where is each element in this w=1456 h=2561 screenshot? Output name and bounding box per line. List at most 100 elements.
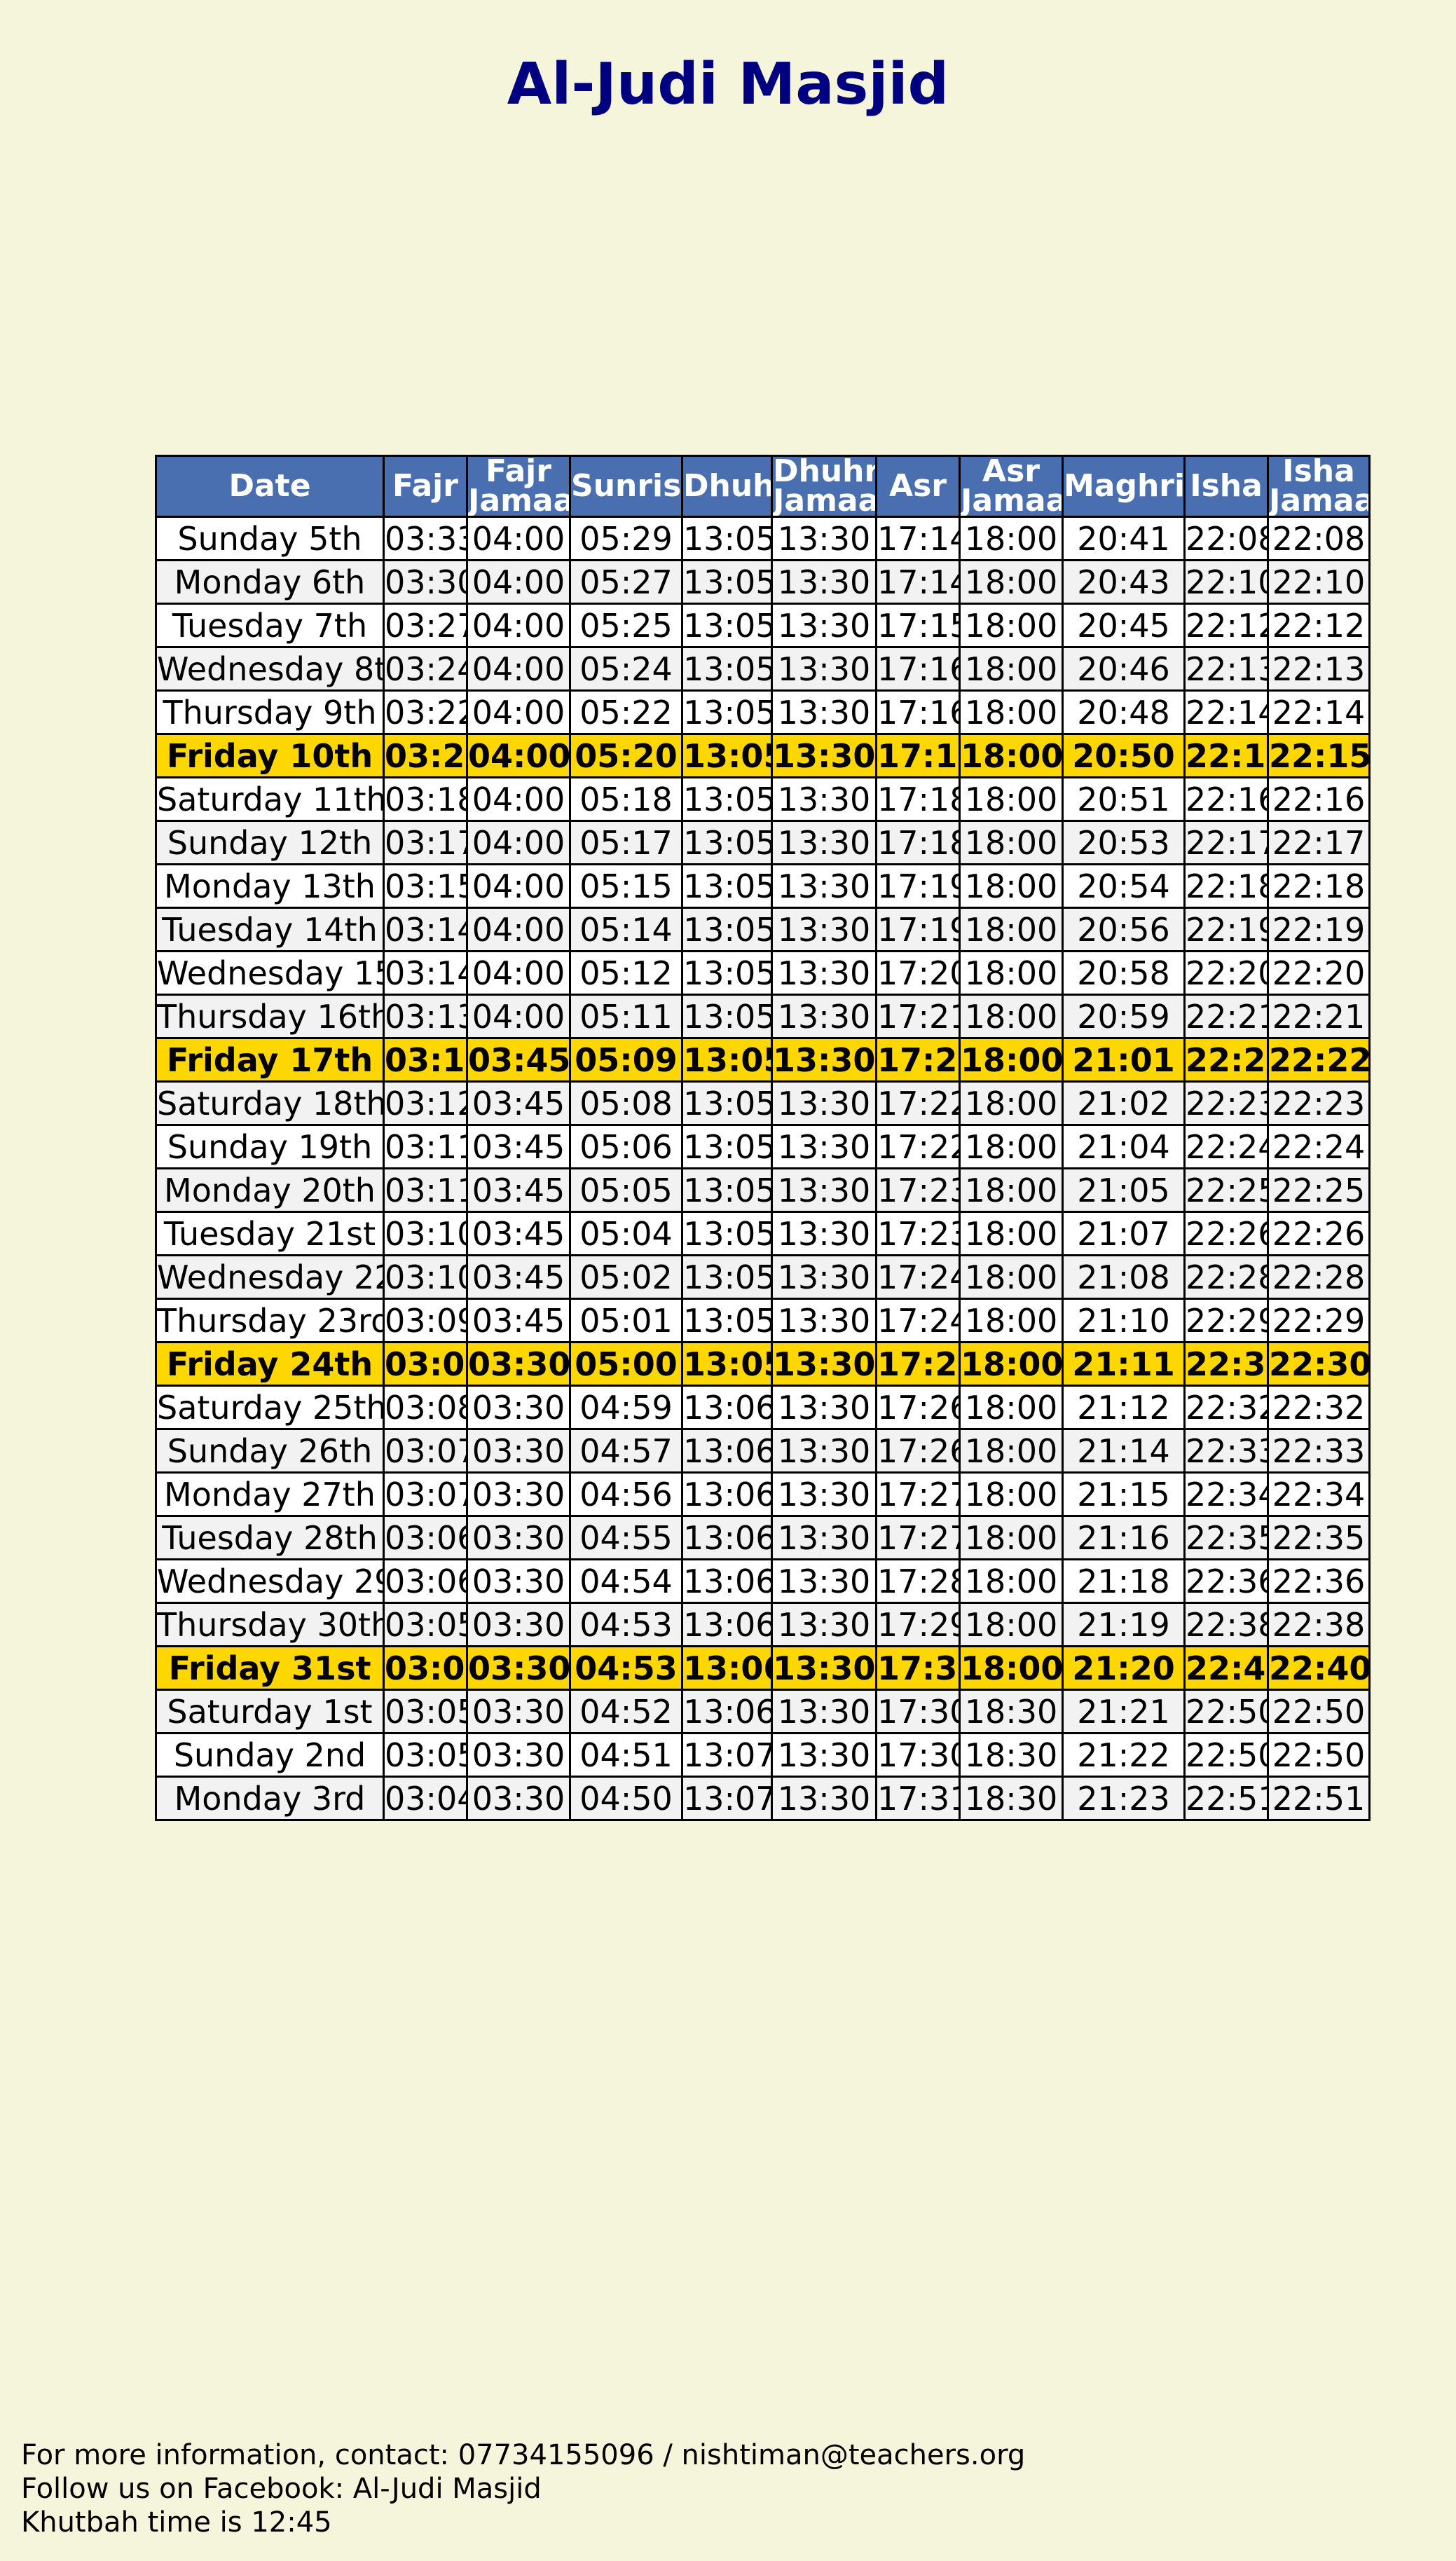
time-cell: 05:20 xyxy=(569,733,683,778)
time-cell: 20:43 xyxy=(1062,559,1186,605)
footer: For more information, contact: 077341550… xyxy=(21,2438,1025,2539)
prayer-timetable: DateFajrFajr JamaatSunriseDhuhrDhuhr Jam… xyxy=(155,455,1371,1821)
column-header: Asr xyxy=(875,455,961,518)
time-cell: 17:19 xyxy=(875,863,961,909)
time-cell: 13:05 xyxy=(681,907,773,952)
time-cell: 21:08 xyxy=(1062,1254,1186,1300)
time-cell: 21:23 xyxy=(1062,1776,1186,1821)
time-cell: 18:00 xyxy=(959,1254,1064,1300)
time-cell: 22:35 xyxy=(1183,1515,1269,1560)
column-header: Dhuhr xyxy=(681,455,773,518)
time-cell: 18:00 xyxy=(959,1341,1064,1387)
table-row: Sunday 12th03:1704:0005:1713:0513:3017:1… xyxy=(155,820,1371,865)
time-cell: 03:30 xyxy=(466,1341,571,1387)
time-cell: 17:30 xyxy=(875,1732,961,1778)
time-cell: 20:41 xyxy=(1062,516,1186,561)
time-cell: 03:06 xyxy=(383,1558,468,1604)
time-cell: 03:30 xyxy=(466,1776,571,1821)
time-cell: 13:30 xyxy=(771,559,877,605)
time-cell: 22:21 xyxy=(1267,994,1371,1039)
time-cell: 03:45 xyxy=(466,1211,571,1256)
table-row: Thursday 30th03:0503:3004:5313:0613:3017… xyxy=(155,1602,1371,1647)
footer-facebook: Follow us on Facebook: Al-Judi Masjid xyxy=(21,2473,542,2505)
time-cell: 03:30 xyxy=(466,1558,571,1604)
time-cell: 13:30 xyxy=(771,1124,877,1169)
date-cell: Saturday 1st xyxy=(155,1689,385,1734)
time-cell: 03:30 xyxy=(466,1689,571,1734)
time-cell: 17:26 xyxy=(875,1428,961,1474)
date-cell: Tuesday 28th xyxy=(155,1515,385,1560)
time-cell: 13:06 xyxy=(681,1428,773,1474)
time-cell: 13:05 xyxy=(681,820,773,865)
time-cell: 05:09 xyxy=(569,1037,683,1083)
time-cell: 13:07 xyxy=(681,1732,773,1778)
date-cell: Tuesday 21st xyxy=(155,1211,385,1256)
time-cell: 18:00 xyxy=(959,1558,1064,1604)
time-cell: 03:30 xyxy=(383,559,468,605)
time-cell: 05:29 xyxy=(569,516,683,561)
date-cell: Sunday 12th xyxy=(155,820,385,865)
time-cell: 18:00 xyxy=(959,1515,1064,1560)
time-cell: 21:01 xyxy=(1062,1037,1186,1083)
time-cell: 13:06 xyxy=(681,1645,773,1691)
time-cell: 03:10 xyxy=(383,1254,468,1300)
time-cell: 04:52 xyxy=(569,1689,683,1734)
time-cell: 04:00 xyxy=(466,603,571,648)
time-cell: 03:17 xyxy=(383,820,468,865)
time-cell: 18:00 xyxy=(959,1124,1064,1169)
time-cell: 05:22 xyxy=(569,689,683,735)
time-cell: 22:32 xyxy=(1183,1385,1269,1430)
time-cell: 13:30 xyxy=(771,1515,877,1560)
time-cell: 18:00 xyxy=(959,733,1064,778)
time-cell: 04:56 xyxy=(569,1471,683,1517)
time-cell: 17:27 xyxy=(875,1471,961,1517)
table-row: Thursday 23rd03:0903:4505:0113:0513:3017… xyxy=(155,1298,1371,1343)
date-cell: Monday 20th xyxy=(155,1167,385,1213)
time-cell: 22:16 xyxy=(1267,776,1371,822)
date-cell: Monday 6th xyxy=(155,559,385,605)
time-cell: 13:05 xyxy=(681,1254,773,1300)
date-cell: Friday 24th xyxy=(155,1341,385,1387)
date-cell: Sunday 2nd xyxy=(155,1732,385,1778)
time-cell: 04:00 xyxy=(466,820,571,865)
time-cell: 22:22 xyxy=(1183,1037,1269,1083)
table-row: Tuesday 14th03:1404:0005:1413:0513:3017:… xyxy=(155,907,1371,952)
time-cell: 21:10 xyxy=(1062,1298,1186,1343)
column-header: Isha xyxy=(1183,455,1269,518)
time-cell: 04:53 xyxy=(569,1602,683,1647)
time-cell: 22:20 xyxy=(1267,950,1371,996)
time-cell: 13:30 xyxy=(771,1254,877,1300)
time-cell: 13:05 xyxy=(681,1124,773,1169)
time-cell: 13:30 xyxy=(771,950,877,996)
time-cell: 22:51 xyxy=(1183,1776,1269,1821)
time-cell: 03:30 xyxy=(466,1515,571,1560)
time-cell: 22:16 xyxy=(1183,776,1269,822)
time-cell: 05:12 xyxy=(569,950,683,996)
time-cell: 22:34 xyxy=(1267,1471,1371,1517)
time-cell: 22:50 xyxy=(1183,1732,1269,1778)
time-cell: 18:00 xyxy=(959,1602,1064,1647)
footer-khutbah-time: Khutbah time is 12:45 xyxy=(21,2506,332,2539)
time-cell: 13:06 xyxy=(681,1689,773,1734)
column-header: Fajr xyxy=(383,455,468,518)
time-cell: 13:05 xyxy=(681,776,773,822)
time-cell: 22:25 xyxy=(1183,1167,1269,1213)
date-cell: Sunday 26th xyxy=(155,1428,385,1474)
time-cell: 03:14 xyxy=(383,950,468,996)
time-cell: 17:15 xyxy=(875,603,961,648)
time-cell: 03:27 xyxy=(383,603,468,648)
table-body: Sunday 5th03:3304:0005:2913:0513:3017:14… xyxy=(155,516,1371,1821)
time-cell: 13:30 xyxy=(771,1341,877,1387)
time-cell: 17:30 xyxy=(875,1645,961,1691)
time-cell: 18:00 xyxy=(959,646,1064,692)
time-cell: 05:05 xyxy=(569,1167,683,1213)
table-header-row: DateFajrFajr JamaatSunriseDhuhrDhuhr Jam… xyxy=(155,455,1371,518)
time-cell: 13:30 xyxy=(771,820,877,865)
time-cell: 13:06 xyxy=(681,1558,773,1604)
time-cell: 22:10 xyxy=(1267,559,1371,605)
table-row: Monday 13th03:1504:0005:1513:0513:3017:1… xyxy=(155,863,1371,909)
time-cell: 20:58 xyxy=(1062,950,1186,996)
time-cell: 21:04 xyxy=(1062,1124,1186,1169)
time-cell: 03:12 xyxy=(383,1080,468,1126)
time-cell: 20:54 xyxy=(1062,863,1186,909)
